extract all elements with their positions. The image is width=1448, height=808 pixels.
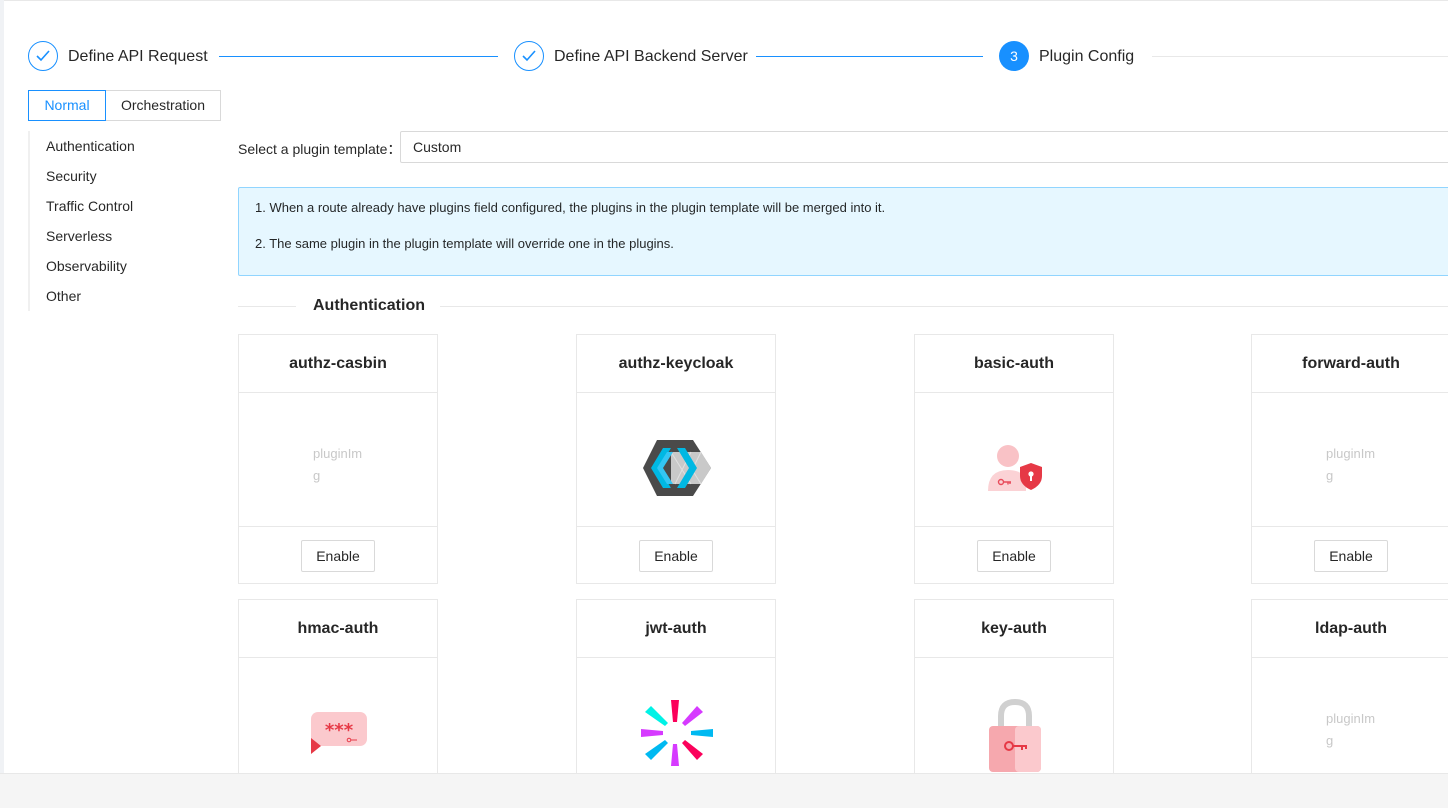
plugin-card-title: jwt-auth bbox=[577, 600, 775, 658]
plugin-card-title: ldap-auth bbox=[1252, 600, 1448, 658]
broken-image-icon: pluginImg bbox=[1326, 711, 1376, 748]
enable-button[interactable]: Enable bbox=[301, 540, 375, 572]
plugin-card-basic-auth: basic-auth Enable bbox=[914, 334, 1114, 584]
plugin-card-body bbox=[577, 658, 775, 791]
user-shield-icon bbox=[988, 445, 1042, 491]
left-edge bbox=[0, 0, 4, 807]
plugin-card-footer: Enable bbox=[239, 526, 437, 584]
plugin-card-footer: Enable bbox=[915, 526, 1113, 584]
plugin-card-body bbox=[577, 393, 775, 526]
template-select-label: Select a plugin template： bbox=[238, 141, 402, 157]
padlock-key-icon bbox=[989, 698, 1041, 772]
plugin-card-title: forward-auth bbox=[1252, 335, 1448, 393]
step-2-connector bbox=[756, 56, 983, 57]
top-border bbox=[0, 0, 1448, 1]
password-bubble-icon: *** bbox=[311, 712, 367, 754]
plugin-card-hmac-auth: hmac-auth *** bbox=[238, 599, 438, 773]
broken-image-icon: pluginImg bbox=[313, 446, 363, 483]
anchor-authentication[interactable]: Authentication bbox=[46, 138, 135, 154]
anchor-traffic-control[interactable]: Traffic Control bbox=[46, 198, 133, 214]
step-1-check-icon bbox=[28, 41, 58, 71]
category-anchor-nav: Authentication Security Traffic Control … bbox=[28, 131, 220, 311]
step-3-number: 3 bbox=[999, 41, 1029, 71]
plugin-card-body: pluginImg bbox=[1252, 393, 1448, 526]
enable-button[interactable]: Enable bbox=[1314, 540, 1388, 572]
plugin-card-forward-auth: forward-auth pluginImg Enable bbox=[1251, 334, 1448, 584]
bottom-bar bbox=[0, 773, 1448, 808]
jwt-logo-icon bbox=[641, 700, 713, 766]
section-divider-right bbox=[440, 306, 1448, 307]
mode-orchestration-button[interactable]: Orchestration bbox=[105, 90, 221, 121]
plugin-card-ldap-auth: ldap-auth pluginImg bbox=[1251, 599, 1448, 773]
step-3-title: Plugin Config bbox=[1039, 48, 1135, 65]
plugin-card-body bbox=[915, 658, 1113, 791]
plugin-card-title: authz-casbin bbox=[239, 335, 437, 393]
step-1-connector bbox=[219, 56, 498, 57]
plugin-card-title: authz-keycloak bbox=[577, 335, 775, 393]
template-select-value: Custom bbox=[413, 139, 462, 155]
template-select[interactable]: Custom bbox=[400, 131, 1448, 163]
section-title: Authentication bbox=[313, 297, 425, 314]
steps-progress: Define API Request Define API Backend Se… bbox=[28, 40, 1448, 74]
broken-image-icon: pluginImg bbox=[1326, 446, 1376, 483]
step-3-trailing-line bbox=[1152, 56, 1448, 57]
step-2-check-icon bbox=[514, 41, 544, 71]
plugin-card-footer: Enable bbox=[1252, 526, 1448, 584]
anchor-security[interactable]: Security bbox=[46, 168, 97, 184]
anchor-observability[interactable]: Observability bbox=[46, 258, 127, 274]
enable-button[interactable]: Enable bbox=[639, 540, 713, 572]
step-2-title: Define API Backend Server bbox=[554, 48, 748, 65]
plugin-card-footer: Enable bbox=[577, 526, 775, 584]
plugin-card-key-auth: key-auth bbox=[914, 599, 1114, 773]
alert-line-2: 2. The same plugin in the plugin templat… bbox=[255, 236, 674, 251]
plugin-card-body: pluginImg bbox=[1252, 658, 1448, 791]
plugin-card-body bbox=[915, 393, 1113, 526]
enable-button[interactable]: Enable bbox=[977, 540, 1051, 572]
anchor-serverless[interactable]: Serverless bbox=[46, 228, 112, 244]
plugin-card-body: pluginImg bbox=[239, 393, 437, 526]
plugin-card-title: hmac-auth bbox=[239, 600, 437, 658]
plugin-card-jwt-auth: jwt-auth bbox=[576, 599, 776, 773]
keycloak-logo-icon bbox=[643, 440, 711, 496]
section-divider-left bbox=[238, 306, 296, 307]
step-1-title: Define API Request bbox=[68, 48, 208, 65]
info-alert: 1. When a route already have plugins fie… bbox=[238, 187, 1448, 276]
anchor-other[interactable]: Other bbox=[46, 288, 81, 304]
plugin-card-title: key-auth bbox=[915, 600, 1113, 658]
plugin-card-body: *** bbox=[239, 658, 437, 791]
mode-normal-button[interactable]: Normal bbox=[28, 90, 106, 121]
alert-line-1: 1. When a route already have plugins fie… bbox=[255, 200, 886, 215]
plugin-card-title: basic-auth bbox=[915, 335, 1113, 393]
plugin-card-authz-keycloak: authz-keycloak Enable bbox=[576, 334, 776, 584]
plugin-card-authz-casbin: authz-casbin pluginImg Enable bbox=[238, 334, 438, 584]
